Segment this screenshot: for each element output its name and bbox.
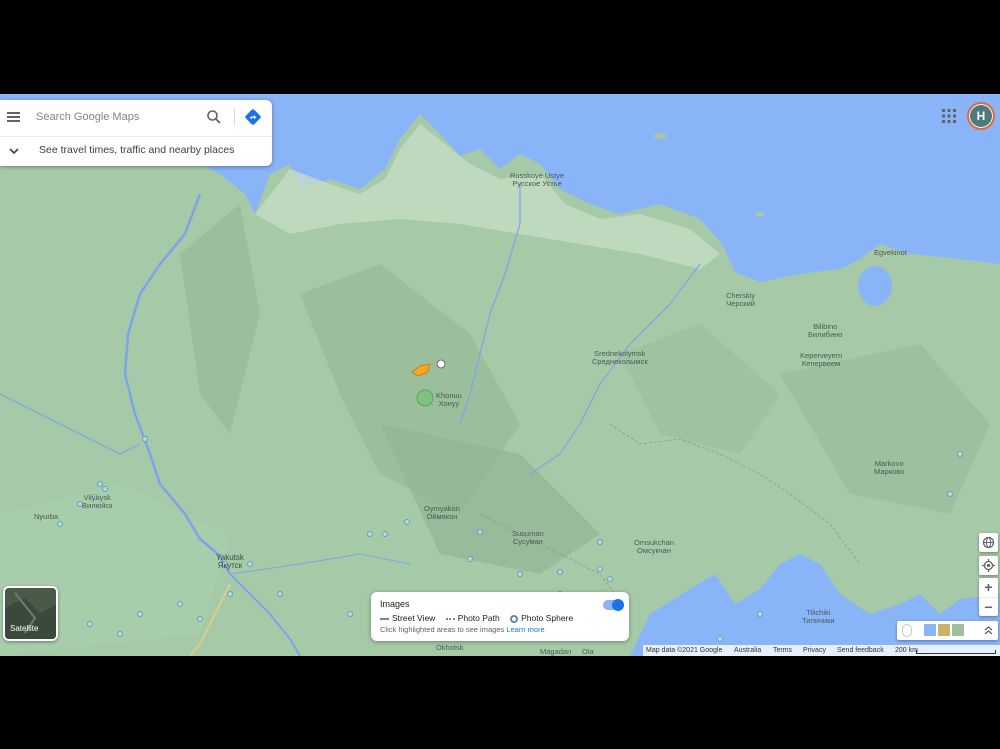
- avatar[interactable]: H: [967, 102, 995, 130]
- place-label-latin: Egvekinot: [874, 248, 907, 257]
- images-legend: Street View Photo Path Photo Sphere: [380, 613, 581, 623]
- satellite-layer-button[interactable]: Satellite: [3, 586, 58, 641]
- zoom-in-icon[interactable]: +: [979, 578, 998, 597]
- apps-icon[interactable]: [941, 108, 957, 124]
- place-label[interactable]: Oymyakon Оймякон: [424, 505, 460, 521]
- place-label[interactable]: Vilyuysk Вилюйск: [82, 494, 112, 510]
- privacy-link[interactable]: Privacy: [803, 645, 826, 656]
- place-label-cyrillic: Черский: [726, 299, 755, 308]
- legend-label: Photo Path: [457, 613, 500, 623]
- place-label-cyrillic: Кепервеем: [801, 359, 841, 368]
- place-label-latin: Okhotsk: [436, 643, 464, 652]
- search-icon[interactable]: [206, 109, 222, 125]
- place-label-latin: Nyurba: [34, 512, 59, 521]
- attribution-bar: Map data ©2021 Google Australia Terms Pr…: [643, 645, 1000, 656]
- menu-icon[interactable]: [6, 109, 22, 125]
- region-link[interactable]: Australia: [734, 645, 761, 656]
- map-data-credit: Map data ©2021 Google: [646, 647, 723, 654]
- divider: [234, 108, 235, 126]
- transit-layer-thumb[interactable]: [938, 624, 950, 636]
- place-label-cyrillic: Хонуу: [438, 399, 460, 408]
- legend-photo-sphere: Photo Sphere: [510, 613, 573, 623]
- place-label[interactable]: Magadan: [540, 648, 571, 656]
- place-label-cyrillic: Оймякон: [426, 512, 458, 521]
- zoom-out-icon[interactable]: −: [979, 597, 998, 616]
- search-panel: See travel times, traffic and nearby pla…: [0, 100, 272, 166]
- search-box: [0, 100, 272, 134]
- toggle-knob: [612, 599, 624, 611]
- map-terrain: [0, 94, 1000, 656]
- place-label-cyrillic: Русское Устье: [512, 179, 562, 188]
- legend-label: Photo Sphere: [521, 613, 574, 623]
- travel-times-label: See travel times, traffic and nearby pla…: [39, 144, 235, 156]
- scale-bar: [916, 650, 996, 654]
- place-label[interactable]: Markovo Марково: [874, 460, 904, 476]
- place-label-cyrillic: Якутск: [217, 561, 243, 570]
- place-label[interactable]: Okhotsk: [436, 644, 464, 652]
- terrain-layer-thumb[interactable]: [924, 624, 936, 636]
- place-label[interactable]: Egvekinot: [874, 249, 907, 257]
- my-location-button[interactable]: [979, 556, 998, 575]
- legend-photo-path: Photo Path: [445, 613, 500, 623]
- place-label-cyrillic: Сусуман: [512, 537, 543, 546]
- images-toggle[interactable]: [603, 599, 624, 611]
- place-label[interactable]: Ola: [582, 648, 594, 656]
- images-hint: Click highlighted areas to see images Le…: [380, 625, 545, 634]
- place-label-cyrillic: Марково: [874, 467, 905, 476]
- expand-icon[interactable]: [983, 625, 994, 636]
- place-label[interactable]: Cherskiy Черский: [726, 292, 755, 308]
- place-label[interactable]: Nyurba: [34, 513, 58, 521]
- place-label-cyrillic: Вилюйск: [82, 501, 113, 510]
- hint-text: Click highlighted areas to see images: [380, 625, 505, 634]
- directions-icon[interactable]: [244, 108, 262, 126]
- chevron-down-icon: [9, 148, 19, 155]
- place-label-cyrillic: Билибино: [808, 330, 843, 339]
- layers-strip: [897, 621, 998, 640]
- globe-icon: [982, 536, 995, 549]
- my-location-icon: [982, 559, 995, 572]
- zoom-controls: + −: [979, 578, 998, 616]
- place-label-latin: Magadan: [540, 647, 572, 656]
- place-label[interactable]: Russkoye Ustye Русское Устье: [510, 172, 564, 188]
- travel-times-row[interactable]: See travel times, traffic and nearby pla…: [0, 136, 272, 164]
- search-input[interactable]: [36, 106, 196, 128]
- images-title: Images: [380, 599, 410, 609]
- place-label[interactable]: Tilichiki Тиличики: [802, 609, 835, 625]
- map-canvas[interactable]: Russkoye Ustye Русское Устье Cherskiy Черс…: [0, 94, 1000, 656]
- place-label-cyrillic: Омсукчан: [637, 546, 672, 555]
- photo-sphere-circle-icon: [510, 614, 519, 623]
- satellite-thumbnail: [5, 588, 56, 639]
- send-feedback-link[interactable]: Send feedback: [837, 645, 884, 656]
- terms-link[interactable]: Terms: [773, 645, 792, 656]
- place-label[interactable]: Susuman Сусуман: [512, 530, 544, 546]
- scale-label[interactable]: 200 km: [895, 645, 918, 656]
- images-layer-card: Images Street View Photo Path Photo Sphe…: [371, 592, 629, 641]
- photo-path-dots-icon: [445, 617, 455, 620]
- place-label-cyrillic: Среднеколымск: [592, 357, 648, 366]
- place-label[interactable]: Keperveyem Кепервеем: [800, 352, 842, 368]
- satellite-label: Satellite: [10, 624, 39, 633]
- place-label[interactable]: Omsukchan Омсукчан: [634, 539, 674, 555]
- street-view-line-icon: [380, 617, 389, 620]
- legend-label: Street View: [392, 613, 436, 623]
- place-label[interactable]: Srednekolymsk Среднеколымск: [592, 350, 648, 366]
- place-label[interactable]: Khonuu Хонуу: [436, 392, 462, 408]
- place-label[interactable]: Bilibino Билибино: [808, 323, 842, 339]
- place-label-cyrillic: Тиличики: [802, 616, 835, 625]
- legend-street-view: Street View: [380, 613, 435, 623]
- place-label-latin: Ola: [582, 647, 594, 656]
- traffic-layer-thumb[interactable]: [952, 624, 964, 636]
- learn-more-link[interactable]: Learn more: [506, 625, 544, 634]
- pegman-icon[interactable]: [902, 624, 912, 637]
- globe-view-button[interactable]: [979, 533, 998, 552]
- place-label[interactable]: Yakutsk Якутск: [216, 554, 244, 570]
